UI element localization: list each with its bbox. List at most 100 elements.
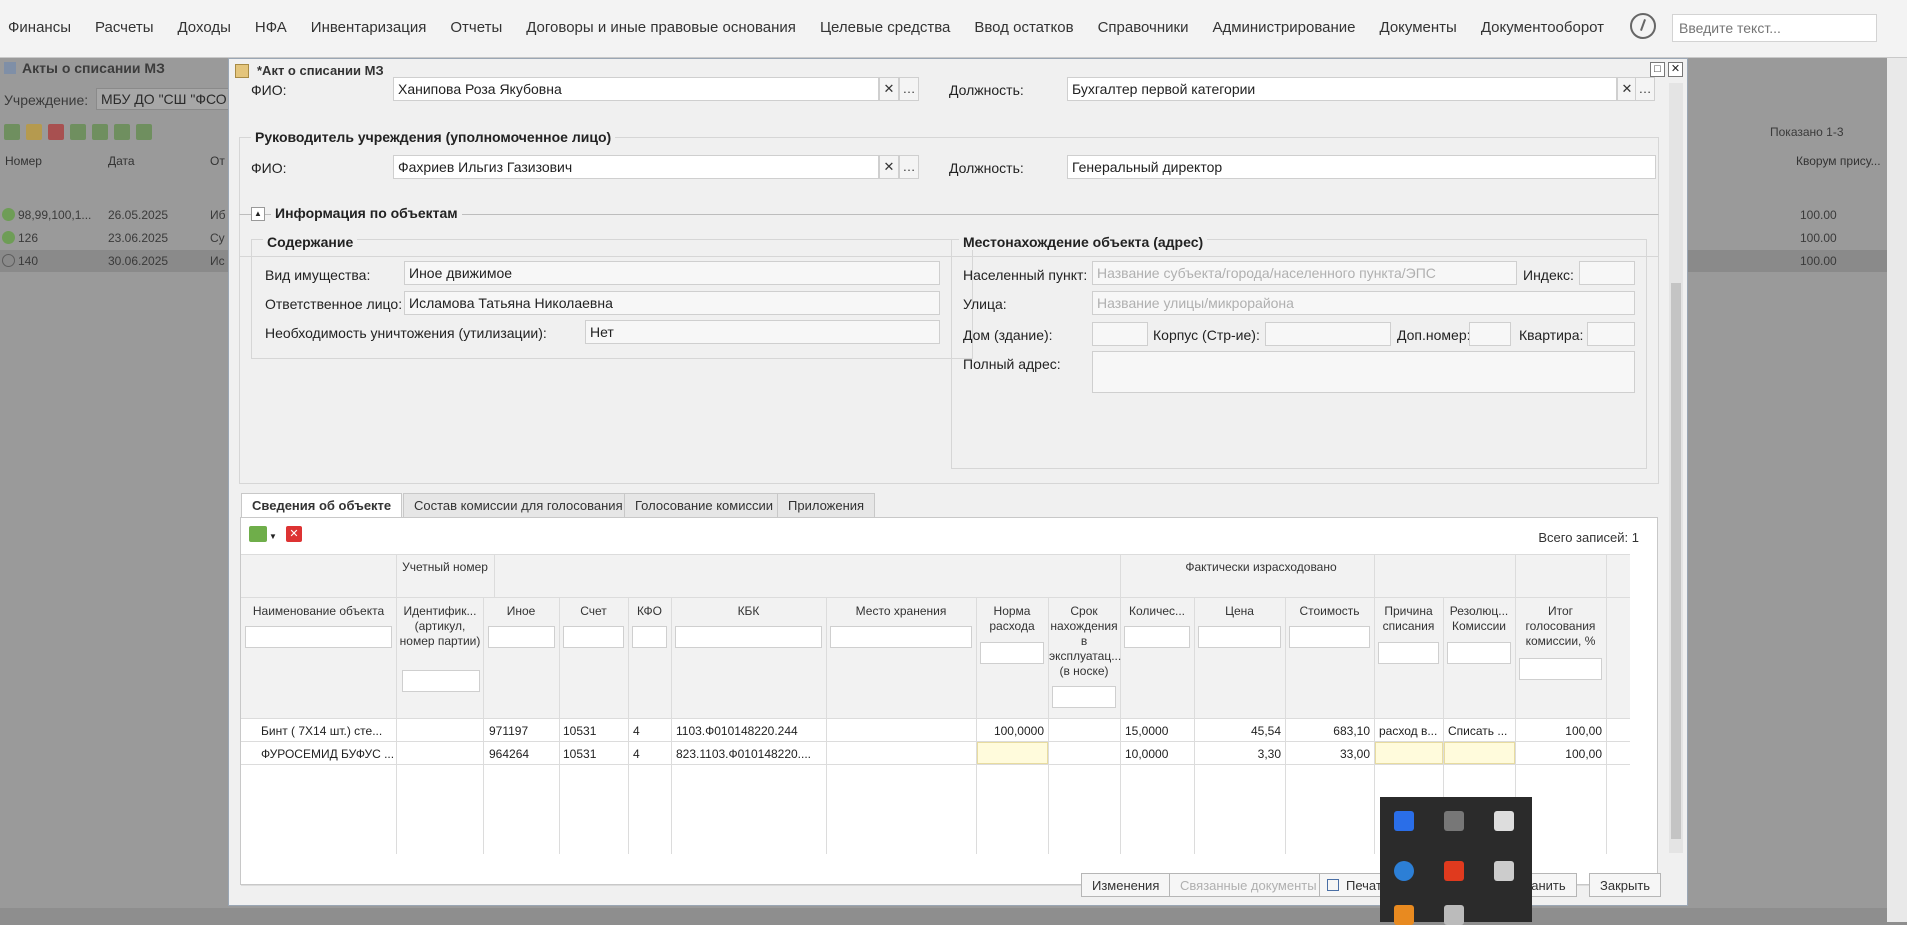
edit-icon[interactable] [26, 124, 42, 140]
disposal-field[interactable]: Нет [585, 320, 940, 344]
filter-term[interactable] [1052, 686, 1116, 708]
filter-quantity[interactable] [1124, 626, 1190, 648]
menu-item-documents[interactable]: Документы [1368, 19, 1469, 36]
street-field[interactable]: Название улицы/микрорайона [1092, 291, 1635, 315]
menu-item-document-flow[interactable]: Документооборот [1469, 19, 1616, 36]
column-header-norm[interactable]: Норма расхода [977, 604, 1047, 634]
close-button[interactable]: Закрыть [1589, 873, 1662, 897]
column-header-date[interactable]: Дата [108, 154, 135, 168]
head-fio-field[interactable]: Фахриев Ильгиз Газизович [393, 155, 879, 179]
help-icon[interactable] [1630, 13, 1656, 39]
filter-account[interactable] [563, 626, 624, 648]
volume-icon[interactable] [1444, 905, 1464, 925]
responsible-field[interactable]: Исламова Татьяна Николаевна [404, 291, 940, 315]
column-header-price[interactable]: Цена [1195, 604, 1284, 619]
filter-reason[interactable] [1378, 642, 1439, 664]
security-shield-icon[interactable] [1494, 811, 1514, 831]
download-icon[interactable] [136, 124, 152, 140]
filter-norm[interactable] [980, 642, 1044, 664]
extra-number-field[interactable] [1469, 322, 1511, 346]
column-header-account[interactable]: Счет [560, 604, 627, 619]
filter-storage[interactable] [830, 626, 972, 648]
approve-icon[interactable] [70, 124, 86, 140]
menu-item-nfa[interactable]: НФА [243, 19, 299, 36]
close-window-button[interactable]: ✕ [1668, 62, 1683, 77]
menu-item-payments[interactable]: Расчеты [83, 19, 166, 36]
select-ellipsis-button[interactable]: … [899, 77, 919, 101]
column-header-number[interactable]: Номер [5, 154, 42, 168]
collapse-up-icon[interactable]: ▲ [251, 207, 265, 221]
column-header-identifier[interactable]: Идентифик... (артикул, номер партии) [398, 604, 482, 649]
building-field[interactable] [1265, 322, 1391, 346]
column-header-quantity[interactable]: Количес... [1121, 604, 1193, 619]
column-header-resolution[interactable]: Резолюц... Комиссии [1444, 604, 1514, 634]
related-documents-button[interactable]: Связанные документы [1169, 873, 1328, 897]
tab-attachments[interactable]: Приложения [777, 493, 876, 517]
add-row-icon[interactable] [249, 526, 267, 542]
column-header-kbk[interactable]: КБК [672, 604, 825, 619]
office-icon[interactable] [1444, 861, 1464, 881]
clear-icon[interactable]: ✕ [879, 155, 899, 179]
tab-commission-voting[interactable]: Голосование комиссии [624, 493, 785, 517]
reason-empty-cell[interactable] [1375, 742, 1443, 764]
head-position-field[interactable]: Генеральный директор [1067, 155, 1656, 179]
locality-field[interactable]: Название субъекта/города/населенного пун… [1092, 261, 1517, 285]
changes-button[interactable]: Изменения [1081, 873, 1171, 897]
column-header-reason[interactable]: Причина списания [1375, 604, 1442, 634]
house-field[interactable] [1092, 322, 1148, 346]
filter-cost[interactable] [1289, 626, 1370, 648]
column-header-name[interactable]: Наименование объекта [241, 604, 396, 619]
select-ellipsis-button[interactable]: … [899, 155, 919, 179]
clear-icon[interactable]: ✕ [879, 77, 899, 101]
settings-icon[interactable] [114, 124, 130, 140]
accountant-fio-field[interactable]: Ханипова Роза Якубовна [393, 77, 879, 101]
menu-item-finance[interactable]: Финансы [8, 19, 83, 36]
dropdown-arrow-icon[interactable]: ▼ [269, 532, 277, 541]
column-header-other[interactable]: Иное [484, 604, 558, 619]
column-header-from[interactable]: От [210, 154, 225, 168]
global-search-input[interactable] [1672, 14, 1877, 42]
app-tray-icon[interactable] [1394, 905, 1414, 925]
maximize-button[interactable]: □ [1650, 62, 1665, 77]
tab-commission-members[interactable]: Состав комиссии для голосования [403, 493, 634, 517]
menu-item-administration[interactable]: Администрирование [1200, 19, 1367, 36]
column-header-result[interactable]: Итог голосования комиссии, % [1516, 604, 1605, 649]
select-ellipsis-button[interactable]: … [1635, 77, 1655, 101]
filter-resolution[interactable] [1447, 642, 1511, 664]
clear-icon[interactable]: ✕ [1617, 77, 1637, 101]
resolution-empty-cell[interactable] [1444, 742, 1515, 764]
menu-item-inventory[interactable]: Инвентаризация [299, 19, 439, 36]
menu-item-reports[interactable]: Отчеты [438, 19, 514, 36]
property-type-field[interactable]: Иное движимое [404, 261, 940, 285]
column-header-quorum[interactable]: Кворум прису... [1796, 154, 1881, 168]
filter-price[interactable] [1198, 626, 1281, 648]
menu-item-directories[interactable]: Справочники [1086, 19, 1201, 36]
filter-kfo[interactable] [632, 626, 667, 648]
add-icon[interactable] [4, 124, 20, 140]
norm-empty-cell[interactable] [977, 742, 1048, 764]
filter-name[interactable] [245, 626, 392, 648]
bluetooth-icon[interactable] [1394, 811, 1414, 831]
flat-field[interactable] [1587, 322, 1635, 346]
column-header-kfo[interactable]: КФО [629, 604, 670, 619]
window-scrollbar[interactable] [1669, 83, 1683, 853]
full-address-field[interactable] [1092, 351, 1635, 393]
column-header-term[interactable]: Срок нахождения в эксплуатац... (в носке… [1049, 604, 1121, 679]
menu-item-contracts[interactable]: Договоры и иные правовые основания [514, 19, 808, 36]
menu-item-income[interactable]: Доходы [165, 19, 242, 36]
index-field[interactable] [1579, 261, 1635, 285]
filter-result[interactable] [1519, 658, 1602, 680]
menu-item-target-funds[interactable]: Целевые средства [808, 19, 962, 36]
filter-other[interactable] [488, 626, 555, 648]
column-header-storage[interactable]: Место хранения [827, 604, 975, 619]
delete-row-icon[interactable]: ✕ [286, 526, 302, 542]
filter-kbk[interactable] [675, 626, 822, 648]
mail-icon[interactable] [92, 124, 108, 140]
cloud-offline-icon[interactable] [1444, 811, 1464, 831]
delete-icon[interactable] [48, 124, 64, 140]
eject-icon[interactable] [1494, 861, 1514, 881]
browser-update-icon[interactable] [1394, 861, 1414, 881]
tab-object-info[interactable]: Сведения об объекте [241, 493, 403, 517]
menu-item-balances[interactable]: Ввод остатков [962, 19, 1085, 36]
column-header-cost[interactable]: Стоимость [1286, 604, 1373, 619]
